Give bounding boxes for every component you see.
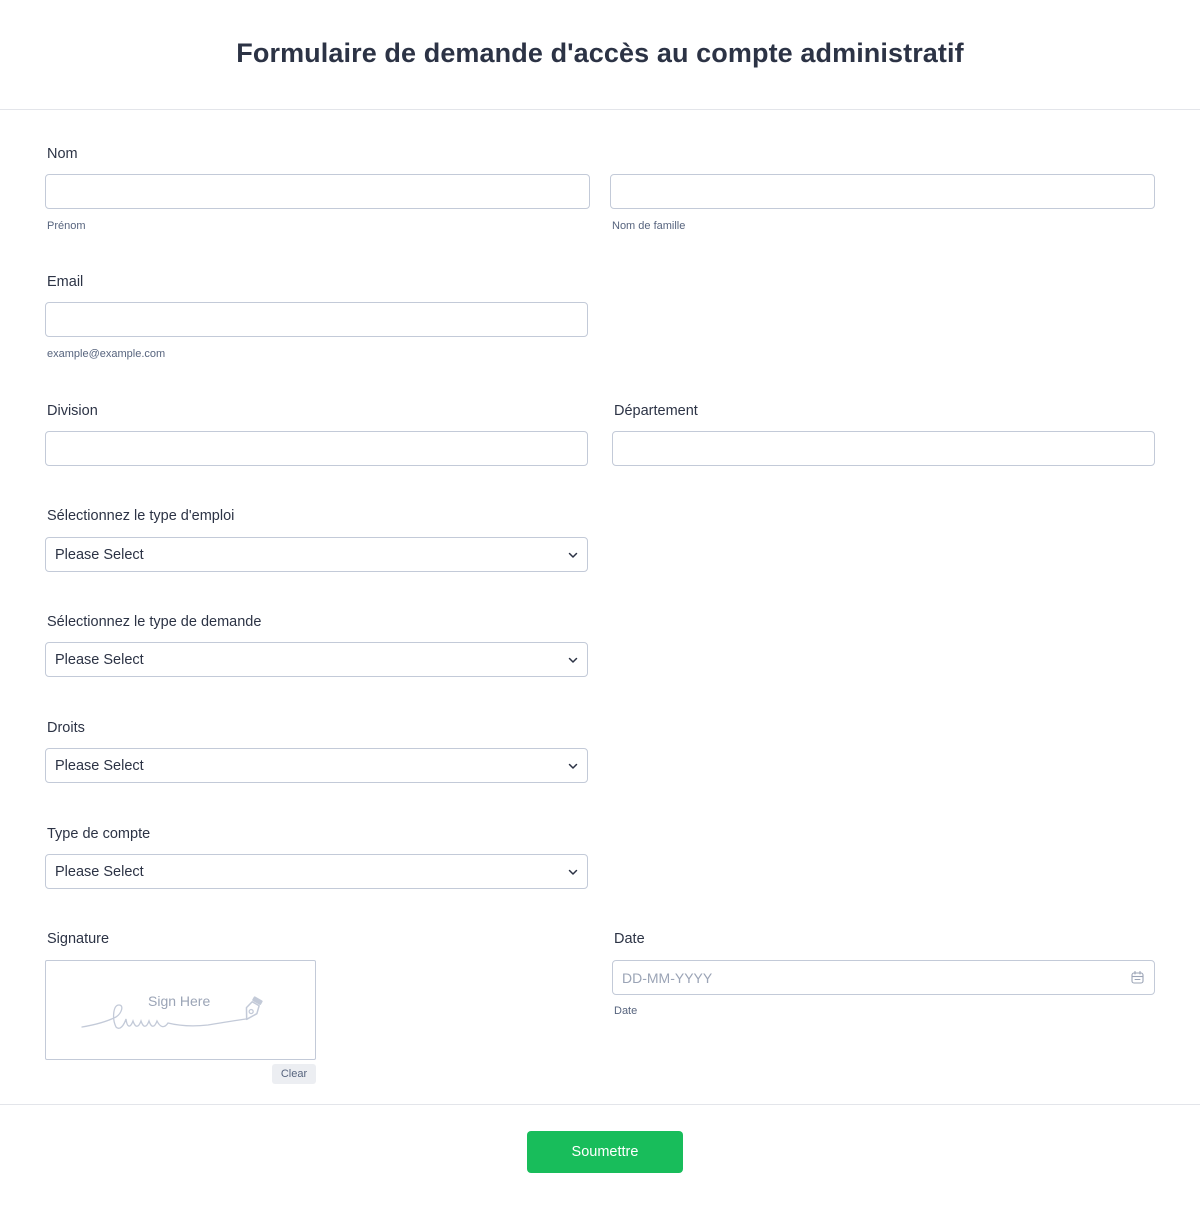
division-label: Division [47, 403, 98, 419]
first-name-sublabel: Prénom [47, 220, 86, 232]
email-input[interactable] [45, 302, 588, 337]
account-type-value: Please Select [55, 863, 144, 880]
first-name-input[interactable] [45, 174, 590, 209]
chevron-down-icon [568, 869, 578, 875]
name-label: Nom [47, 146, 78, 162]
signature-pad[interactable]: Sign Here [45, 960, 316, 1060]
chevron-down-icon [568, 657, 578, 663]
date-label: Date [614, 931, 645, 947]
email-label: Email [47, 274, 84, 290]
request-type-select[interactable]: Please Select [45, 642, 588, 677]
account-type-select[interactable]: Please Select [45, 854, 588, 889]
email-sublabel: example@example.com [47, 348, 166, 360]
date-input[interactable]: DD-MM-YYYY [612, 960, 1155, 995]
employment-type-value: Please Select [55, 546, 144, 563]
employment-type-label: Sélectionnez le type d'emploi [47, 508, 235, 524]
employment-type-select[interactable]: Please Select [45, 537, 588, 572]
date-sublabel: Date [614, 1005, 638, 1017]
last-name-sublabel: Nom de famille [612, 220, 686, 232]
request-type-value: Please Select [55, 651, 144, 668]
chevron-down-icon [568, 552, 578, 558]
rights-value: Please Select [55, 757, 144, 774]
form-header: Formulaire de demande d'accès au compte … [0, 0, 1200, 110]
signature-clear-button[interactable]: Clear [272, 1064, 316, 1084]
form-title: Formulaire de demande d'accès au compte … [236, 38, 964, 68]
rights-select[interactable]: Please Select [45, 748, 588, 783]
pen-nib-icon [81, 996, 263, 1029]
rights-label: Droits [47, 720, 85, 736]
department-input[interactable] [612, 431, 1155, 466]
request-type-label: Sélectionnez le type de demande [47, 614, 262, 630]
footer-divider [0, 1104, 1200, 1105]
department-label: Département [614, 403, 698, 419]
date-placeholder: DD-MM-YYYY [622, 969, 713, 986]
account-type-label: Type de compte [47, 826, 151, 842]
division-input[interactable] [45, 431, 588, 466]
last-name-input[interactable] [610, 174, 1155, 209]
form-page: Formulaire de demande d'accès au compte … [0, 0, 1200, 1207]
chevron-down-icon [568, 763, 578, 769]
calendar-icon[interactable] [1131, 971, 1144, 984]
submit-button[interactable]: Soumettre [527, 1131, 683, 1173]
signature-label: Signature [47, 931, 110, 947]
